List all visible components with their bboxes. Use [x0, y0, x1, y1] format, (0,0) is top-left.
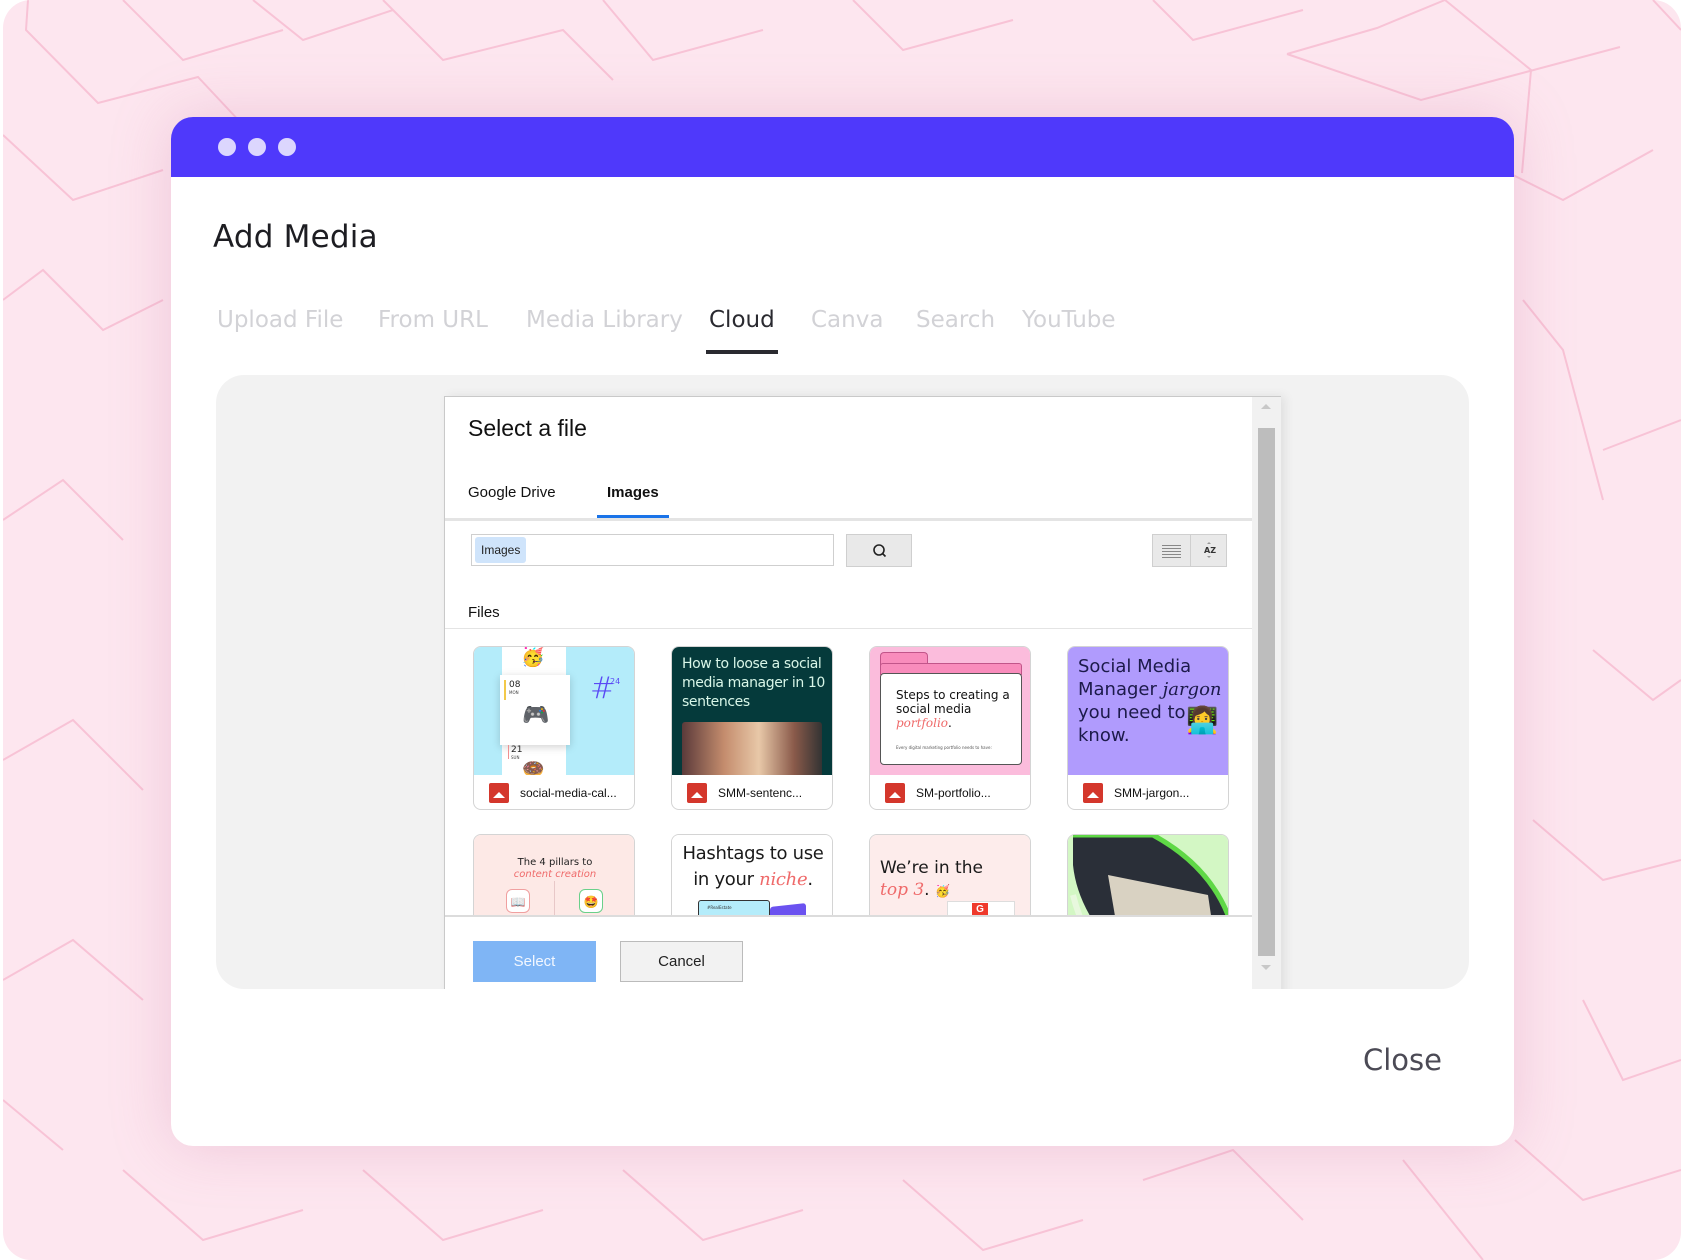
tab-canva[interactable]: Canva	[811, 307, 883, 333]
file-thumbnail: Hashtags to use in your niche. #RealEsta…	[672, 835, 832, 915]
game-controller-icon: 🎮	[522, 702, 550, 727]
scroll-down-arrow-icon[interactable]	[1261, 965, 1271, 970]
tab-cloud[interactable]: Cloud	[709, 307, 775, 333]
svg-text:AZ: AZ	[1204, 546, 1216, 555]
window-dot-3	[278, 138, 296, 156]
file-card[interactable]: Social Media Manager jargon you need to …	[1067, 646, 1229, 810]
scrollbar-thumb[interactable]	[1258, 428, 1275, 956]
picker-title: Select a file	[468, 415, 587, 441]
window-title-bar	[171, 117, 1514, 177]
scroll-up-arrow-icon[interactable]	[1261, 404, 1271, 409]
tab-search[interactable]: Search	[916, 307, 995, 333]
file-thumbnail: The 4 pillars to content creation 📖 🤩	[474, 835, 634, 915]
window-dot-2	[248, 138, 266, 156]
picker-tabs-divider	[445, 518, 1252, 521]
modal-title: Add Media	[213, 219, 378, 255]
file-card[interactable]: How to loose a social media manager in 1…	[671, 646, 833, 810]
files-section-label: Files	[468, 604, 500, 621]
sort-az-icon: AZ	[1204, 542, 1216, 558]
file-thumbnail: Social Media Manager jargon you need to …	[1068, 647, 1228, 775]
search-button[interactable]	[846, 534, 912, 567]
search-input[interactable]: Images	[471, 534, 834, 566]
list-view-button[interactable]	[1153, 535, 1190, 566]
file-card[interactable]: We’re in the top 3. 🥳 G	[869, 834, 1031, 915]
file-card[interactable]: Steps to creating a social media portfol…	[869, 646, 1031, 810]
close-button[interactable]: Close	[1363, 1043, 1442, 1077]
tab-youtube[interactable]: YouTube	[1022, 307, 1116, 333]
cancel-button[interactable]: Cancel	[620, 941, 743, 982]
file-card[interactable]: Hashtags to use in your niche. #RealEsta…	[671, 834, 833, 915]
dialog-footer-divider	[445, 915, 1252, 917]
sort-button[interactable]: AZ	[1190, 535, 1228, 566]
search-icon	[873, 544, 887, 558]
image-file-icon	[687, 783, 707, 803]
tab-upload-file[interactable]: Upload File	[217, 307, 343, 333]
file-card[interactable]: The 4 pillars to content creation 📖 🤩	[473, 834, 635, 915]
image-file-icon	[885, 783, 905, 803]
image-file-icon	[1083, 783, 1103, 803]
active-tab-indicator	[706, 350, 778, 354]
file-picker-scrollbar[interactable]	[1252, 397, 1281, 989]
file-name: SMM-jargon...	[1114, 786, 1190, 800]
file-thumbnail: 🥳 08 MON 🎮 21 SUN 🍩 # 24	[474, 647, 634, 775]
file-card[interactable]	[1067, 834, 1229, 915]
movie-still-image	[682, 722, 822, 775]
file-name: SM-portfolio...	[916, 786, 991, 800]
file-thumbnail: We’re in the top 3. 🥳 G	[870, 835, 1030, 915]
picker-tab-google-drive[interactable]: Google Drive	[468, 484, 556, 501]
search-filter-chip[interactable]: Images	[475, 537, 527, 563]
file-grid: 🥳 08 MON 🎮 21 SUN 🍩 # 24 social-media-ca…	[445, 629, 1252, 915]
image-file-icon	[489, 783, 509, 803]
g2-logo-icon: G	[972, 903, 988, 915]
laptop-photo	[1070, 835, 1228, 915]
emoji-donut: 🍩	[522, 759, 545, 775]
emoji-party-face: 🥳	[521, 647, 545, 668]
tab-media-library[interactable]: Media Library	[526, 307, 683, 333]
file-card-footer: SMM-sentenc...	[672, 775, 832, 809]
view-options: AZ	[1152, 534, 1227, 567]
add-media-modal: Add Media Upload File From URL Media Lib…	[171, 117, 1514, 1146]
file-card-footer: social-media-cal...	[474, 775, 634, 809]
file-card-footer: SMM-jargon...	[1068, 775, 1228, 809]
list-view-icon	[1162, 545, 1181, 558]
emoji-technologist: 👩‍💻	[1186, 705, 1219, 735]
picker-tab-images[interactable]: Images	[607, 484, 659, 501]
window-dot-1	[218, 138, 236, 156]
file-thumbnail: Steps to creating a social media portfol…	[870, 647, 1030, 775]
file-card[interactable]: 🥳 08 MON 🎮 21 SUN 🍩 # 24 social-media-ca…	[473, 646, 635, 810]
file-thumbnail: How to loose a social media manager in 1…	[672, 647, 832, 775]
file-thumbnail	[1068, 835, 1228, 915]
file-card-footer: SM-portfolio...	[870, 775, 1030, 809]
select-button[interactable]: Select	[473, 941, 596, 982]
file-picker-dialog: Select a file Google Drive Images Images	[444, 396, 1281, 989]
file-name: social-media-cal...	[520, 786, 617, 800]
cloud-panel: Select a file Google Drive Images Images	[216, 375, 1469, 989]
file-name: SMM-sentenc...	[718, 786, 803, 800]
tab-from-url[interactable]: From URL	[378, 307, 488, 333]
